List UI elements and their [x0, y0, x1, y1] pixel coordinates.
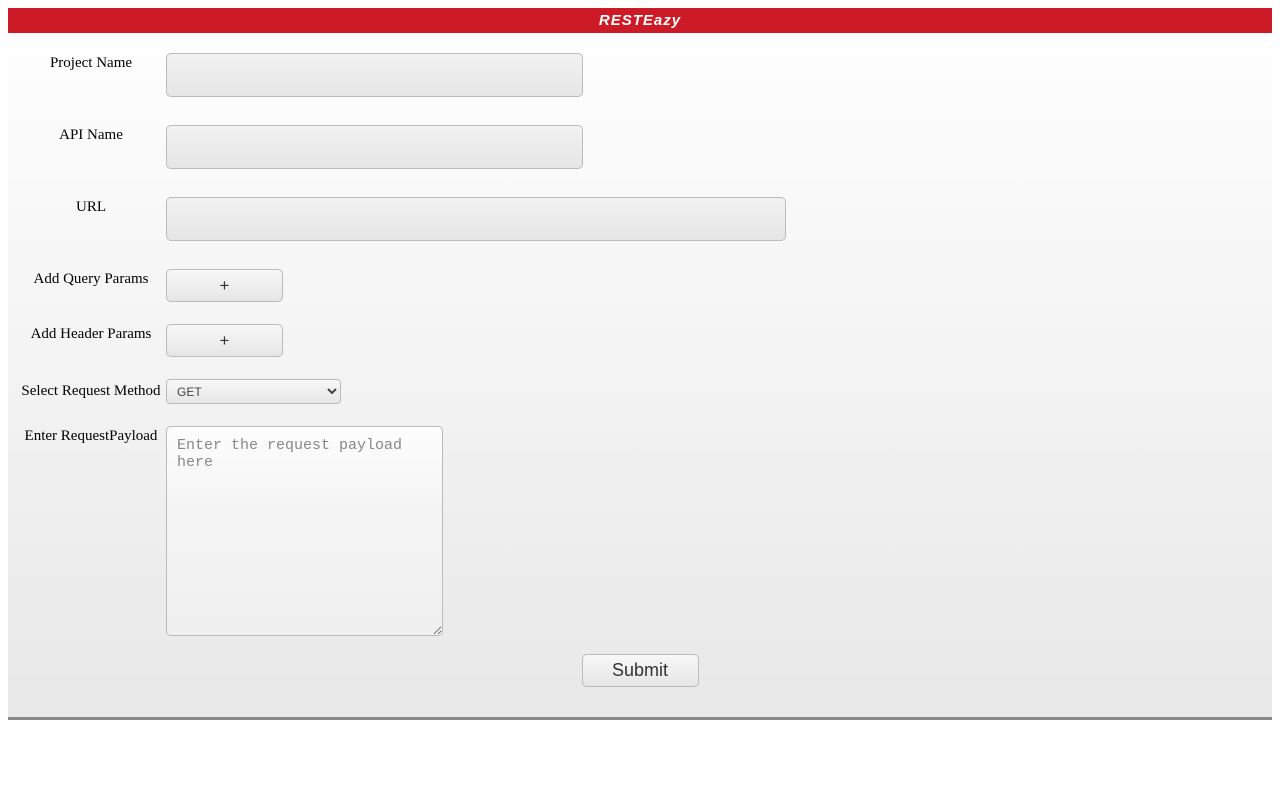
row-request-method: Select Request Method GETPOSTPUTDELETE: [16, 379, 1264, 404]
add-header-param-button[interactable]: +: [166, 324, 283, 357]
row-query-params: Add Query Params +: [16, 269, 1264, 302]
api-name-input[interactable]: [166, 125, 583, 169]
row-header-params: Add Header Params +: [16, 324, 1264, 357]
label-query-params: Add Query Params: [16, 269, 166, 288]
submit-button[interactable]: Submit: [582, 654, 699, 687]
row-submit: Submit: [16, 654, 1264, 687]
add-query-param-button[interactable]: +: [166, 269, 283, 302]
plus-icon: +: [220, 331, 230, 351]
request-method-select[interactable]: GETPOSTPUTDELETE: [166, 379, 341, 404]
form-area: Project Name API Name URL Add Query Para…: [8, 33, 1272, 717]
label-header-params: Add Header Params: [16, 324, 166, 343]
label-request-payload: Enter RequestPayload: [16, 426, 166, 445]
row-api-name: API Name: [16, 125, 1264, 169]
label-url: URL: [16, 197, 166, 216]
label-api-name: API Name: [16, 125, 166, 144]
row-request-payload: Enter RequestPayload: [16, 426, 1264, 636]
header-bar: RESTEazy: [8, 8, 1272, 33]
app-container: RESTEazy Project Name API Name URL Add Q…: [8, 8, 1272, 720]
row-project-name: Project Name: [16, 53, 1264, 97]
request-payload-textarea[interactable]: [166, 426, 443, 636]
project-name-input[interactable]: [166, 53, 583, 97]
label-project-name: Project Name: [16, 53, 166, 72]
url-input[interactable]: [166, 197, 786, 241]
plus-icon: +: [220, 276, 230, 296]
app-title: RESTEazy: [599, 12, 681, 29]
row-url: URL: [16, 197, 1264, 241]
label-request-method: Select Request Method: [16, 383, 166, 400]
